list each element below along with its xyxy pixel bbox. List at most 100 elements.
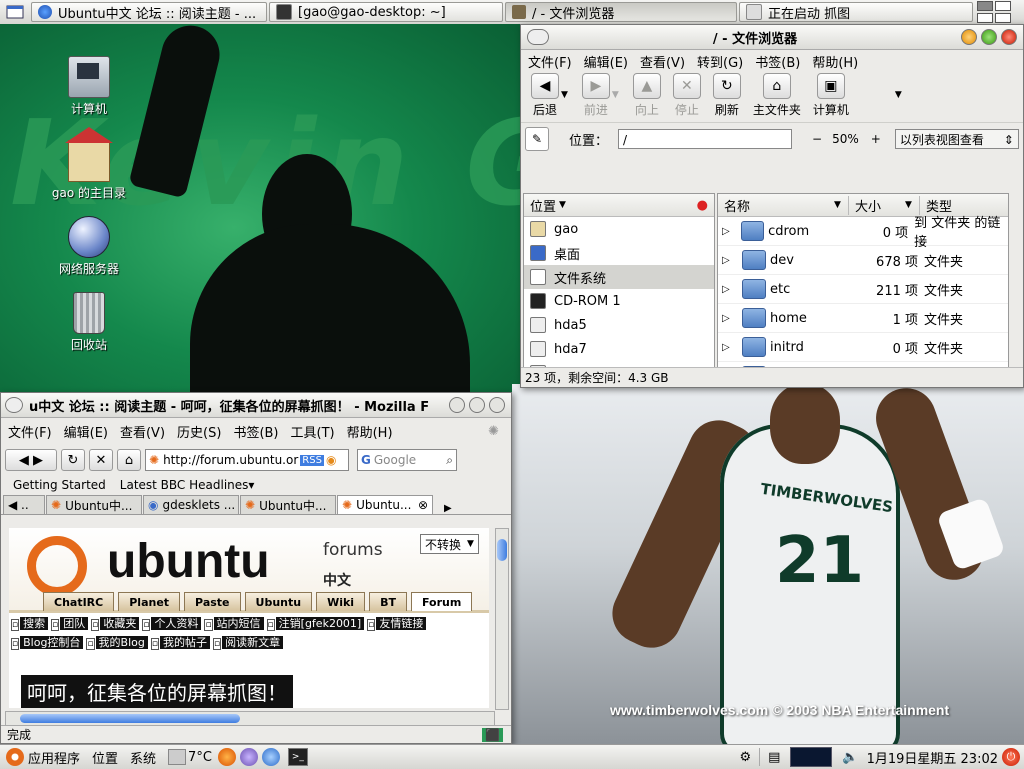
status-addon-icon[interactable]: ⬛ xyxy=(482,727,503,742)
forum-link[interactable]: Blog控制台 xyxy=(20,636,84,649)
back-history-chevron-icon[interactable]: ▼ xyxy=(561,90,568,100)
close-tab-icon[interactable]: ⊗ xyxy=(418,498,428,512)
forum-link[interactable]: 搜索 xyxy=(20,617,49,630)
tab-0[interactable]: ✺ Ubuntu中... xyxy=(46,495,142,514)
forum-tab[interactable]: Paste xyxy=(184,592,241,611)
reload-icon[interactable]: ↻ xyxy=(61,449,85,471)
menu-view[interactable]: 查看(V) xyxy=(640,52,685,71)
expander-icon[interactable]: ▷ xyxy=(718,342,736,353)
bookmark-getting-started[interactable]: Getting Started xyxy=(13,478,106,492)
clock[interactable]: 1月19日星期五 23:02 xyxy=(867,748,998,767)
sidebar-place-item[interactable]: 桌面 xyxy=(524,241,714,265)
forum-tab[interactable]: Planet xyxy=(118,592,181,611)
gaim-launcher-icon[interactable] xyxy=(239,748,258,766)
back-button[interactable]: ◀ 后退 xyxy=(531,73,559,122)
forward-history-chevron-icon[interactable]: ▼ xyxy=(612,90,619,100)
forum-link[interactable]: 个人资料 xyxy=(151,617,202,630)
forum-tab[interactable]: ChatIRC xyxy=(43,592,115,611)
menu-bookmarks[interactable]: 书签(B) xyxy=(233,422,278,441)
column-name[interactable]: 名称 xyxy=(718,196,834,215)
menu-file[interactable]: 文件(F) xyxy=(8,422,52,441)
close-sidebar-icon[interactable]: ● xyxy=(697,198,708,213)
desktop-icon-network[interactable]: 网络服务器 xyxy=(44,216,134,277)
sidebar-place-item[interactable]: gao xyxy=(524,217,714,241)
file-row[interactable]: ▷ dev 678 项文件夹 xyxy=(718,246,1008,275)
up-button[interactable]: ▲ 向上 xyxy=(632,73,661,122)
sidebar-place-item[interactable]: 文件系统 xyxy=(524,265,714,289)
search-input[interactable]: G Google ⌕ xyxy=(357,449,457,471)
firefox-launcher-icon[interactable] xyxy=(217,748,236,766)
workspace-switcher[interactable] xyxy=(974,0,1014,24)
minimize-icon[interactable] xyxy=(961,29,977,45)
forum-link[interactable]: 站内短信 xyxy=(213,617,264,630)
scrollbar-thumb[interactable] xyxy=(497,539,507,561)
system-menu[interactable]: 系统 xyxy=(130,748,156,767)
expander-icon[interactable]: ▷ xyxy=(718,313,736,324)
back-forward-button[interactable]: ◀ ▶ xyxy=(5,449,57,471)
edit-location-icon[interactable]: ✎ xyxy=(525,127,549,151)
close-icon[interactable] xyxy=(489,397,505,413)
reload-button[interactable]: ↻ 刷新 xyxy=(712,73,741,122)
menu-go[interactable]: 转到(G) xyxy=(697,52,743,71)
desktop-icon-computer[interactable]: 计算机 xyxy=(44,56,134,117)
forum-link[interactable]: 收藏夹 xyxy=(100,617,140,630)
sidebar-place-item[interactable]: CD-ROM 1 xyxy=(524,289,714,313)
applications-menu[interactable]: 应用程序 xyxy=(6,748,80,767)
file-row[interactable]: ▷ etc 211 项文件夹 xyxy=(718,275,1008,304)
forum-link[interactable]: 阅读新文章 xyxy=(222,636,284,649)
menu-edit[interactable]: 编辑(E) xyxy=(64,422,108,441)
window-menu-icon[interactable] xyxy=(5,397,23,413)
computer-button[interactable]: ▣ 计算机 xyxy=(813,73,849,122)
forum-tab[interactable]: Ubuntu xyxy=(244,592,313,611)
firefox-titlebar[interactable]: u中文 论坛 :: 阅读主题 - 呵呵，征集各位的屏幕抓图！ - Mozilla… xyxy=(1,393,511,418)
task-file-browser[interactable]: / - 文件浏览器 xyxy=(505,2,737,22)
forum-tab[interactable]: BT xyxy=(369,592,407,611)
tab-scroll-right[interactable]: ▶ xyxy=(444,503,452,514)
expander-icon[interactable]: ▷ xyxy=(718,255,736,266)
tab-2[interactable]: ✺ Ubuntu中... xyxy=(240,495,336,514)
stop-icon[interactable]: ✕ xyxy=(89,449,113,471)
maximize-icon[interactable] xyxy=(469,397,485,413)
file-row[interactable]: ▷ home 1 项文件夹 xyxy=(718,304,1008,333)
task-screenshot[interactable]: 正在启动 抓图 xyxy=(739,2,973,22)
menu-tools[interactable]: 工具(T) xyxy=(291,422,335,441)
file-row[interactable]: ▷ cdrom 0 项到 文件夹 的链接 xyxy=(718,216,1008,250)
weather-applet[interactable]: 7°C xyxy=(168,749,212,765)
sidebar-place-item[interactable]: hda5 xyxy=(524,313,714,337)
window-list-menu-icon[interactable] xyxy=(0,0,30,24)
power-icon[interactable]: ⏻ xyxy=(1002,748,1020,766)
expander-icon[interactable]: ▷ xyxy=(718,226,735,237)
expander-icon[interactable]: ▷ xyxy=(718,284,736,295)
system-monitor-graph[interactable] xyxy=(790,747,833,767)
zoom-in-button[interactable]: + xyxy=(871,132,881,146)
tab-1[interactable]: ◉ gdesklets ... xyxy=(143,495,239,514)
feed-icon[interactable]: ◉ xyxy=(326,453,336,467)
vertical-scrollbar[interactable] xyxy=(495,528,509,710)
menu-view[interactable]: 查看(V) xyxy=(120,422,165,441)
column-size[interactable]: 大小 xyxy=(848,195,905,215)
tab-3-active[interactable]: ✺ Ubuntu... ⊗ xyxy=(337,495,433,514)
forum-link[interactable]: 我的帖子 xyxy=(159,636,210,649)
view-mode-select[interactable]: 以列表视图查看 ⇕ xyxy=(894,129,1019,149)
sidebar-header[interactable]: 位置 ▼ ● xyxy=(524,194,714,217)
tab-scroll-left[interactable]: ◀ .. xyxy=(3,495,45,514)
home-icon[interactable]: ⌂ xyxy=(117,449,141,471)
minimize-icon[interactable] xyxy=(449,397,465,413)
desktop-icon-trash[interactable]: 回收站 xyxy=(44,292,134,353)
toolbar-overflow-chevron-icon[interactable]: ▼ xyxy=(895,90,902,100)
volume-icon[interactable]: 🔈 xyxy=(842,750,858,765)
stop-button[interactable]: ✕ 停止 xyxy=(672,73,701,122)
thunderbird-launcher-icon[interactable] xyxy=(261,748,280,766)
menu-edit[interactable]: 编辑(E) xyxy=(584,52,628,71)
forum-link[interactable]: 团队 xyxy=(60,617,89,630)
places-menu[interactable]: 位置 xyxy=(92,748,118,767)
forward-button[interactable]: ▶ 前进 xyxy=(581,73,610,122)
search-icon[interactable]: ⌕ xyxy=(446,453,453,468)
menu-bookmarks[interactable]: 书签(B) xyxy=(755,52,800,71)
location-input[interactable]: / xyxy=(618,129,793,149)
maximize-icon[interactable] xyxy=(981,29,997,45)
forum-tab[interactable]: Forum xyxy=(410,592,473,611)
close-icon[interactable] xyxy=(1001,29,1017,45)
bookmark-bbc-headlines[interactable]: Latest BBC Headlines▾ xyxy=(120,478,255,492)
terminal-launcher-icon[interactable]: >_ xyxy=(287,748,308,766)
